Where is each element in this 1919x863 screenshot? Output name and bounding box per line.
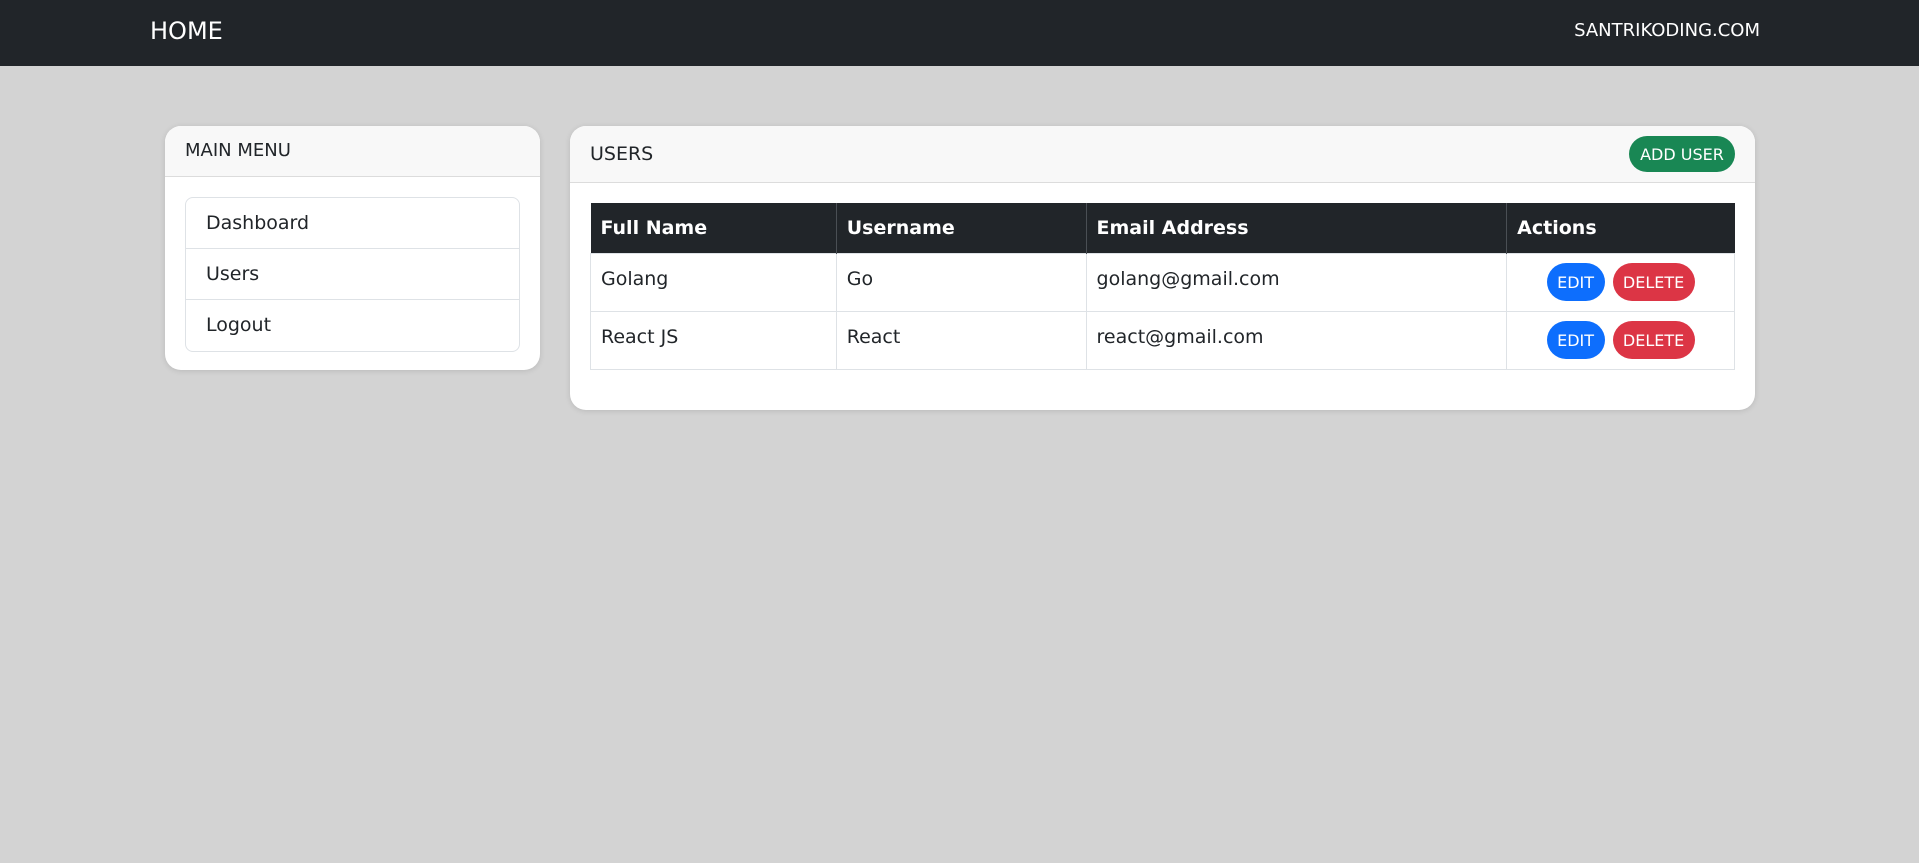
column-header-username: Username <box>836 203 1087 253</box>
top-navbar: HOME SANTRIKODING.COM <box>0 0 1919 66</box>
main-menu-header: MAIN MENU <box>165 126 540 177</box>
menu-item-dashboard[interactable]: Dashboard <box>186 198 519 249</box>
cell-email: react@gmail.com <box>1085 310 1508 370</box>
menu-item-logout[interactable]: Logout <box>186 300 519 351</box>
santrikoding-link[interactable]: SANTRIKODING.COM <box>1574 0 1760 66</box>
cell-actions: EDIT DELETE <box>1506 310 1735 370</box>
table-row: React JS React react@gmail.com EDIT DELET… <box>590 310 1735 370</box>
users-card: USERS ADD USER Full Name Username Email … <box>570 126 1755 410</box>
cell-actions: EDIT DELETE <box>1506 252 1735 312</box>
menu-item-users[interactable]: Users <box>186 249 519 300</box>
users-table: Full Name Username Email Address Actions… <box>590 203 1735 370</box>
users-title: USERS <box>590 143 654 165</box>
cell-email: golang@gmail.com <box>1085 252 1508 312</box>
column-header-full-name: Full Name <box>590 203 837 253</box>
cell-username: React <box>835 310 1087 370</box>
main-menu-card: MAIN MENU Dashboard Users Logout <box>165 126 540 370</box>
main-menu-list: Dashboard Users Logout <box>185 197 520 352</box>
add-user-button[interactable]: ADD USER <box>1629 136 1735 172</box>
column-header-actions: Actions <box>1506 203 1735 253</box>
users-header: USERS ADD USER <box>570 126 1755 183</box>
table-row: Golang Go golang@gmail.com EDIT DELETE <box>590 252 1735 312</box>
main-menu-title: MAIN MENU <box>185 140 291 161</box>
edit-button[interactable]: EDIT <box>1546 263 1605 301</box>
column-header-email: Email Address <box>1086 203 1508 253</box>
delete-button[interactable]: DELETE <box>1612 263 1695 301</box>
table-header-row: Full Name Username Email Address Actions <box>590 203 1735 253</box>
edit-button[interactable]: EDIT <box>1546 321 1605 359</box>
cell-full-name: Golang <box>590 252 837 312</box>
delete-button[interactable]: DELETE <box>1612 321 1695 359</box>
cell-full-name: React JS <box>590 310 837 370</box>
home-link[interactable]: HOME <box>150 0 223 66</box>
cell-username: Go <box>835 252 1087 312</box>
